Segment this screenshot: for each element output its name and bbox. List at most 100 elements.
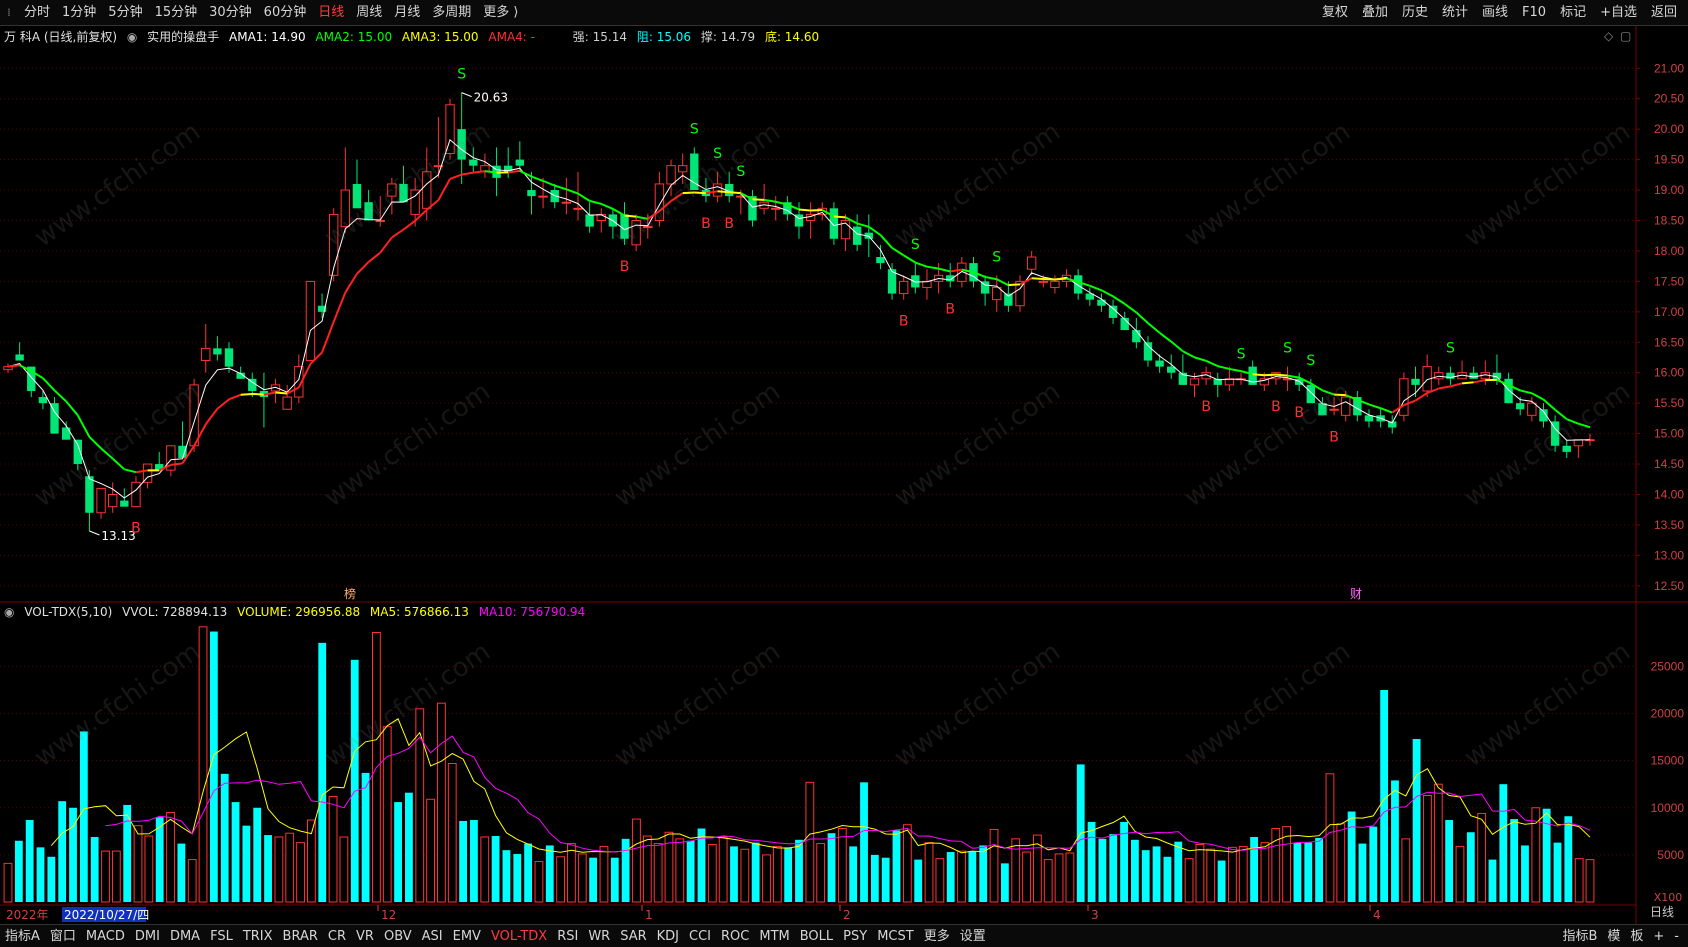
indicator-tab-8[interactable]: CR: [323, 925, 351, 947]
indicator-tab-9[interactable]: VR: [351, 925, 379, 947]
ama2-segment: [379, 236, 393, 254]
volume-bar: [220, 773, 229, 902]
ama2-segment: [1380, 407, 1393, 414]
ama2-segment: [554, 184, 567, 191]
volume-bar: [1282, 826, 1292, 903]
indicator-tab-3[interactable]: DMI: [130, 925, 165, 947]
ama2-segment: [589, 199, 602, 205]
volume-bar: [1412, 738, 1421, 902]
price-tick-label: 20.00: [1654, 122, 1684, 136]
volume-tick-label: 5000: [1657, 848, 1684, 862]
volume-bar: [1445, 820, 1454, 902]
candle-body: [213, 348, 222, 355]
ama2-segment: [996, 278, 1009, 287]
volume-bar: [1423, 795, 1432, 903]
volume-bar: [653, 843, 663, 903]
candle-body: [1492, 372, 1502, 379]
ama2-segment: [577, 192, 591, 202]
volume-bar: [784, 847, 793, 902]
ama2-segment: [798, 208, 811, 212]
candle-body: [1050, 280, 1060, 288]
bottom-right-button-1[interactable]: 模: [1602, 925, 1625, 947]
indicator-tab-11[interactable]: ASI: [417, 925, 448, 947]
ama2-segment: [275, 391, 288, 395]
ama2-segment: [914, 261, 928, 268]
indicator-tab-22[interactable]: PSY: [838, 925, 872, 947]
volume-bar: [914, 859, 923, 902]
ama2-segment: [7, 364, 20, 368]
indicator-tab-1[interactable]: 窗口: [45, 925, 81, 947]
indicator-tab-25[interactable]: 设置: [955, 925, 991, 947]
volume-bar: [405, 792, 413, 902]
indicator-tab-19[interactable]: ROC: [716, 925, 754, 947]
ama2-segment: [1100, 289, 1114, 298]
indicator-tab-4[interactable]: DMA: [165, 925, 205, 947]
indicator-tab-6[interactable]: TRIX: [238, 925, 278, 947]
indicator-tab-14[interactable]: RSI: [552, 925, 583, 947]
candle-body: [1411, 378, 1420, 385]
volume-bar: [718, 836, 728, 903]
indicator-tab-10[interactable]: OBV: [379, 925, 417, 947]
price-tick-label: 18.50: [1654, 213, 1684, 227]
indicator-tab-7[interactable]: BRAR: [278, 925, 323, 947]
volume-bar: [1499, 784, 1508, 902]
indicator-tab-18[interactable]: CCI: [684, 925, 716, 947]
candle-body: [96, 487, 106, 514]
ama2-segment: [124, 468, 137, 474]
volume-bar: [14, 840, 23, 902]
low-pointer: [89, 530, 100, 536]
indicator-tab-20[interactable]: MTM: [754, 925, 794, 947]
volume-bar: [751, 842, 760, 902]
ama2-segment: [1450, 382, 1463, 388]
bottom-right-button-2[interactable]: 板: [1625, 925, 1648, 947]
indicator-tab-2[interactable]: MACD: [81, 925, 130, 947]
candle-body: [899, 280, 909, 295]
volume-bar: [426, 798, 435, 903]
period-label: 日线: [1650, 905, 1674, 919]
indicator-tab-0[interactable]: 指标A: [0, 925, 45, 947]
bottom-right-button-0[interactable]: 指标B: [1557, 925, 1602, 947]
buy-signal: B: [1201, 399, 1211, 415]
ama2-segment: [53, 389, 67, 403]
ama2-segment: [1089, 284, 1102, 292]
indicator-tab-24[interactable]: 更多: [919, 925, 955, 947]
bottom-right-button-3[interactable]: +: [1648, 925, 1669, 947]
indicator-tab-13[interactable]: VOL-TDX: [486, 925, 552, 947]
candle-body: [992, 286, 1002, 301]
indicator-tab-23[interactable]: MCST: [872, 925, 919, 947]
volume-bar: [860, 782, 868, 902]
volume-bar: [1131, 839, 1139, 902]
price-tick-label: 17.50: [1654, 274, 1684, 288]
volume-bar: [881, 857, 890, 902]
price-tick-label: 16.50: [1654, 335, 1684, 349]
indicator-tab-5[interactable]: FSL: [205, 925, 238, 947]
indicator-tab-16[interactable]: SAR: [615, 925, 651, 947]
indicator-tab-21[interactable]: BOLL: [795, 925, 838, 947]
buy-signal: B: [724, 216, 734, 232]
volume-bar: [968, 851, 977, 902]
buy-signal: B: [1271, 399, 1281, 415]
indicator-tab-15[interactable]: WR: [583, 925, 615, 947]
ama2-segment: [752, 198, 765, 201]
candle-body: [38, 397, 48, 404]
ama2-segment: [1008, 283, 1021, 287]
indicator-tab-12[interactable]: EMV: [448, 925, 486, 947]
volume-bar: [1477, 812, 1487, 903]
volume-bar: [209, 631, 218, 902]
volume-bar: [177, 843, 186, 902]
candle-body: [1026, 256, 1037, 270]
candle-body: [108, 493, 118, 508]
volume-bar: [675, 838, 685, 903]
ama2-segment: [903, 254, 916, 264]
indicator-tab-17[interactable]: KDJ: [652, 925, 684, 947]
volume-bar: [1585, 859, 1595, 903]
volume-bar: [90, 836, 99, 902]
bottom-right-button-4[interactable]: -: [1669, 925, 1684, 947]
kline-chart[interactable]: 21.00 20.50 20.00 19.50 19.00 18.50 18.00 17.50…: [0, 0, 1688, 947]
volume-bar: [1163, 856, 1172, 902]
volume-bar: [1574, 858, 1584, 903]
candle-body: [142, 463, 153, 483]
window-icon: ▢: [1620, 29, 1631, 43]
volume-bar: [795, 839, 803, 902]
volume-bar: [924, 842, 934, 903]
